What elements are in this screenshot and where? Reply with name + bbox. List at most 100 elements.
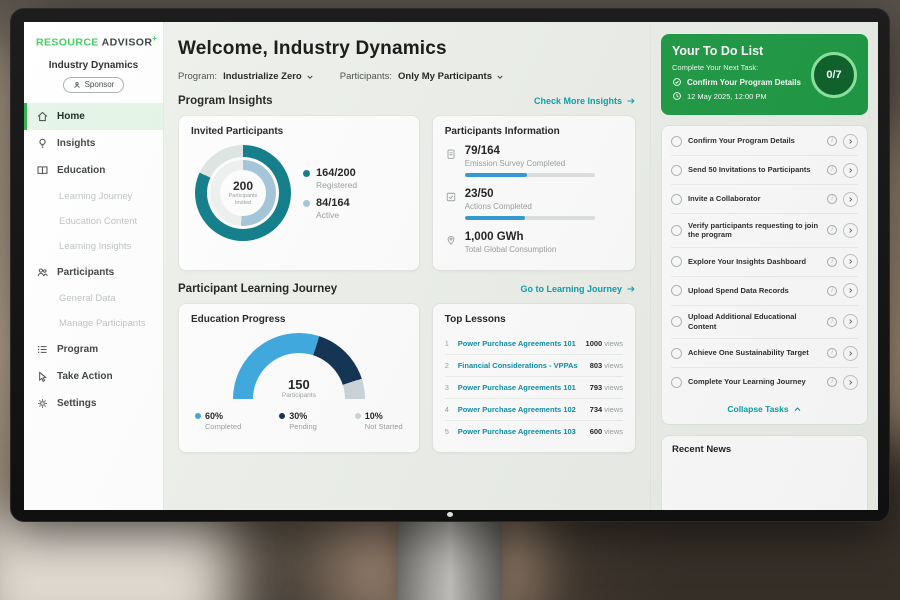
org-name: Industry Dynamics [24, 60, 163, 71]
task-label: Verify participants requesting to join t… [688, 221, 821, 241]
info-icon[interactable]: i [827, 348, 837, 358]
task-checkbox[interactable] [671, 136, 682, 147]
info-row: 23/50 Actions Completed [445, 188, 623, 220]
info-icon[interactable]: i [827, 257, 837, 267]
legend-label: Active [316, 210, 350, 220]
book-icon [36, 164, 49, 177]
gauge-center-value: 150 [233, 377, 365, 392]
lesson-link[interactable]: Power Purchase Agreements 101 [458, 339, 581, 348]
sidebar-item-label: Learning Journey [59, 191, 132, 202]
list-icon [36, 343, 49, 356]
participants-filter: Participants: Only My Participants [340, 71, 504, 82]
todo-progress-ring: 0/7 [811, 52, 857, 98]
info-value: 23/50 [465, 188, 595, 200]
brand-logo: RESOURCE ADVISOR+ [24, 34, 163, 49]
lesson-link[interactable]: Power Purchase Agreements 102 [458, 405, 585, 414]
donut-center: 200 Participants Invited [220, 170, 266, 216]
legend-dot [303, 170, 310, 177]
program-select[interactable]: Industrialize Zero [223, 71, 314, 82]
task-checkbox[interactable] [671, 165, 682, 176]
task-row: Confirm Your Program Details i [671, 127, 858, 156]
todo-title: Your To Do List [672, 44, 801, 58]
info-icon[interactable]: i [827, 194, 837, 204]
scene-background: RESOURCE ADVISOR+ Industry Dynamics Spon… [0, 0, 900, 600]
task-checkbox[interactable] [671, 316, 682, 327]
card-title: Top Lessons [445, 314, 623, 325]
task-open-button[interactable] [843, 283, 858, 298]
info-icon[interactable]: i [827, 286, 837, 296]
legend-value: 10% [365, 411, 403, 421]
participants-select-value: Only My Participants [398, 71, 492, 82]
link-label: Go to Learning Journey [520, 284, 622, 294]
sidebar-item-participants[interactable]: Participants [24, 259, 163, 286]
sidebar-item-manage-participants[interactable]: Manage Participants [24, 311, 163, 336]
task-label: Complete Your Learning Journey [688, 377, 821, 387]
task-checkbox[interactable] [671, 285, 682, 296]
lesson-views: 1000views [586, 339, 623, 348]
task-open-button[interactable] [843, 223, 858, 238]
sidebar-item-education[interactable]: Education [24, 157, 163, 184]
sidebar-item-settings[interactable]: Settings [24, 390, 163, 417]
sidebar-item-learning-journey[interactable]: Learning Journey [24, 184, 163, 209]
sidebar-item-program[interactable]: Program [24, 336, 163, 363]
lesson-link[interactable]: Financial Considerations - VPPAs [458, 361, 585, 370]
lesson-link[interactable]: Power Purchase Agreements 103 [458, 427, 585, 436]
lesson-link[interactable]: Power Purchase Agreements 101 [458, 383, 585, 392]
cursor-icon [36, 370, 49, 383]
task-open-button[interactable] [843, 192, 858, 207]
task-open-button[interactable] [843, 346, 858, 361]
lesson-row: 4 Power Purchase Agreements 102 734views [445, 399, 623, 421]
info-icon[interactable]: i [827, 317, 837, 327]
todo-panel: Your To Do List Complete Your Next Task:… [650, 22, 878, 510]
sidebar-item-general-data[interactable]: General Data [24, 286, 163, 311]
legend-item: 84/164 Active [303, 197, 357, 220]
task-row: Explore Your Insights Dashboard i [671, 248, 858, 277]
views-unit: views [604, 427, 623, 436]
participants-select[interactable]: Only My Participants [398, 71, 504, 82]
task-checkbox[interactable] [671, 194, 682, 205]
arrow-right-icon [626, 96, 636, 106]
gear-icon [36, 397, 49, 410]
brand-logo-primary: RESOURCE [36, 37, 99, 49]
sidebar-item-insights[interactable]: Insights [24, 130, 163, 157]
task-open-button[interactable] [843, 134, 858, 149]
chevron-down-icon [496, 73, 504, 81]
clock-icon [672, 91, 682, 101]
sidebar-item-learning-insights[interactable]: Learning Insights [24, 234, 163, 259]
sidebar-item-take-action[interactable]: Take Action [24, 363, 163, 390]
task-checkbox[interactable] [671, 225, 682, 236]
legend-label: Registered [316, 180, 357, 190]
views-unit: views [604, 383, 623, 392]
task-open-button[interactable] [843, 254, 858, 269]
task-checkbox[interactable] [671, 256, 682, 267]
lesson-rank: 3 [445, 383, 453, 392]
monitor-stand [398, 518, 502, 600]
learning-cards-row: Education Progress 150 Participants [178, 303, 636, 453]
progress-bar [465, 173, 595, 177]
sidebar-item-label: Home [57, 111, 85, 122]
info-icon[interactable]: i [827, 165, 837, 175]
donut-center-value: 200 [233, 179, 253, 193]
legend-label: Not Started [365, 422, 403, 431]
task-open-button[interactable] [843, 314, 858, 329]
collapse-tasks-link[interactable]: Collapse Tasks [671, 396, 858, 423]
info-icon[interactable]: i [827, 136, 837, 146]
card-title: Invited Participants [191, 126, 407, 137]
go-to-learning-journey-link[interactable]: Go to Learning Journey [520, 284, 636, 294]
task-row: Verify participants requesting to join t… [671, 214, 858, 248]
info-icon[interactable]: i [827, 377, 837, 387]
sidebar-item-education-content[interactable]: Education Content [24, 209, 163, 234]
legend-item: 60% Completed [195, 411, 241, 431]
task-checkbox[interactable] [671, 377, 682, 388]
sidebar-item-label: General Data [59, 293, 116, 304]
legend-dot [303, 200, 310, 207]
info-label: Actions Completed [465, 202, 595, 211]
insights-cards-row: Invited Participants 200 Participants In… [178, 115, 636, 271]
sidebar-item-home[interactable]: Home [24, 103, 163, 130]
task-open-button[interactable] [843, 375, 858, 390]
task-checkbox[interactable] [671, 348, 682, 359]
check-more-insights-link[interactable]: Check More Insights [534, 96, 636, 106]
info-row: 79/164 Emission Survey Completed [445, 145, 623, 177]
task-open-button[interactable] [843, 163, 858, 178]
info-icon[interactable]: i [827, 225, 837, 235]
